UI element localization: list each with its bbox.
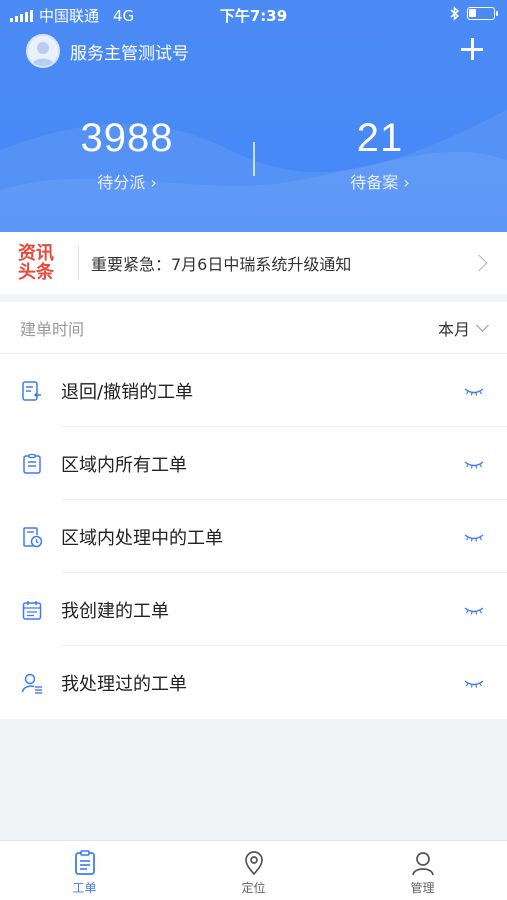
stat-label: 待备案 › [350,173,410,192]
list-item-created-by-me[interactable]: 我创建的工单 [0,573,507,646]
workorder-list: 建单时间 本月 退回/撤销的工单 区域内所有工单 区域内处理中的工单 我创建的工… [0,302,507,719]
tab-label: 定位 [241,881,266,895]
news-text: 重要紧急：7月6日中瑞系统升级通知 [91,255,352,274]
stat-pending-dispatch[interactable]: 3988 待分派 › [0,116,254,193]
clock-doc-icon [23,526,43,547]
tab-workorder[interactable]: 工单 [0,841,169,900]
tab-bar: 工单 定位 管理 [0,840,507,900]
list-item-all-area[interactable]: 区域内所有工单 [0,427,507,500]
user-bar[interactable]: 服务主管测试号 [26,34,189,68]
tab-management[interactable]: 管理 [338,841,507,900]
news-logo: 资讯 头条 [18,244,78,282]
eye-closed-icon[interactable] [463,384,485,398]
eye-closed-icon[interactable] [463,530,485,544]
chevron-right-icon [470,254,488,272]
stat-label: 待分派 › [97,173,157,192]
add-button[interactable] [459,36,485,62]
avatar[interactable] [26,34,60,68]
location-icon [244,851,263,876]
chevron-down-icon [476,318,489,332]
filter-value: 本月 [437,319,470,339]
news-separator [78,246,79,280]
workorder-icon [74,850,95,875]
list-item-label: 我创建的工单 [61,600,169,622]
status-bar: 中国联通 4G 下午7:39 [0,0,507,30]
eye-closed-icon[interactable] [463,603,485,617]
return-ticket-icon [22,380,41,401]
eye-closed-icon[interactable] [463,457,485,471]
user-name: 服务主管测试号 [70,43,189,64]
eye-closed-icon[interactable] [463,676,485,690]
time-filter: 建单时间 本月 [0,302,507,354]
news-banner[interactable]: 资讯 头条 重要紧急：7月6日中瑞系统升级通知 [0,232,507,294]
bluetooth-icon [450,6,459,21]
battery-icon [467,7,498,20]
list-item-in-progress[interactable]: 区域内处理中的工单 [0,500,507,573]
tab-location[interactable]: 定位 [169,841,338,900]
calendar-icon [22,600,42,620]
news-logo-line2: 头条 [18,262,54,283]
person-icon [411,852,434,876]
stat-pending-filing[interactable]: 21 待备案 › [253,116,507,193]
tab-label: 工单 [72,881,97,895]
clock: 下午7:39 [219,7,288,25]
header: 中国联通 4G 下午7:39 服务主管测试号 3988 待分派 › 21 待备案… [0,0,507,232]
stat-value: 3988 [80,116,174,160]
tab-label: 管理 [410,881,435,895]
filter-dropdown[interactable]: 本月 [437,316,489,340]
list-item-label: 区域内所有工单 [61,454,187,476]
avatar-person-icon [31,42,55,66]
list-item-returned[interactable]: 退回/撤销的工单 [0,354,507,427]
list-item-handled-by-me[interactable]: 我处理过的工单 [0,646,507,719]
stat-value: 21 [356,116,404,160]
clipboard-icon [23,453,41,474]
list-item-label: 我处理过的工单 [61,673,187,695]
list-item-label: 退回/撤销的工单 [61,381,194,403]
filter-label: 建单时间 [20,319,85,339]
user-list-icon [21,673,42,694]
list-item-label: 区域内处理中的工单 [61,527,223,549]
news-logo-line1: 资讯 [18,243,54,264]
